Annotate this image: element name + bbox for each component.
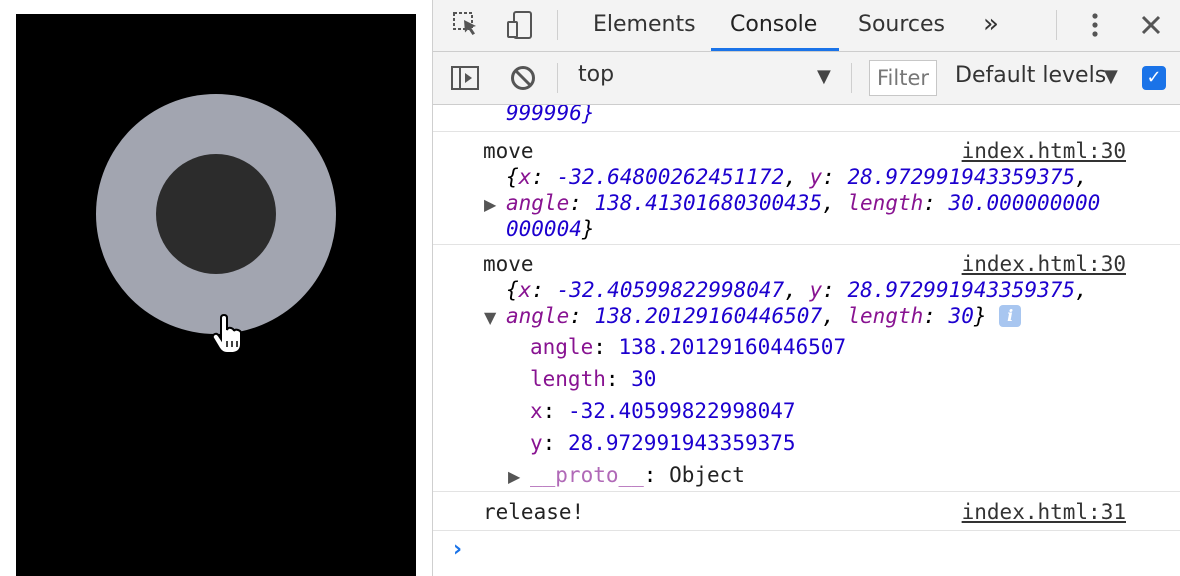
active-tab-indicator	[711, 48, 839, 51]
hand-cursor-icon	[212, 314, 242, 354]
toolbar-divider	[851, 63, 852, 93]
dropdown-arrow-icon[interactable]: ▼	[1104, 66, 1118, 87]
object-property: y: 28.972991943359375	[530, 431, 796, 455]
more-tabs-button[interactable]: »	[979, 0, 1003, 51]
devtools-tabbar: Elements Console Sources »	[433, 0, 1180, 52]
object-preview: 000004}	[506, 217, 595, 241]
object-property[interactable]: __proto__: Object	[530, 463, 745, 487]
object-preview: {x: -32.64800262451172, y: 28.9729919433…	[506, 165, 1088, 189]
joystick-knob[interactable]	[156, 154, 276, 274]
source-link[interactable]: index.html:30	[962, 139, 1126, 163]
object-property: x: -32.40599822998047	[530, 399, 796, 423]
devtools-panel: Elements Console Sources » top ▼ Filter …	[432, 0, 1180, 576]
console-message: move index.html:30 {x: -32.4059982299804…	[433, 245, 1180, 492]
device-toolbar-icon[interactable]	[504, 10, 536, 40]
tab-elements[interactable]: Elements	[589, 0, 700, 51]
console-output: 999996} move index.html:30 {x: -32.64800…	[433, 105, 1180, 576]
tab-console[interactable]: Console	[726, 0, 821, 51]
log-levels-dropdown[interactable]: Default levels	[955, 63, 1106, 88]
toolbar-divider	[557, 63, 558, 93]
expand-triangle-icon[interactable]: ▶	[484, 195, 496, 214]
collapse-triangle-icon[interactable]: ▼	[484, 308, 496, 327]
group-similar-checkbox[interactable]: ✓	[1142, 66, 1166, 90]
source-link[interactable]: index.html:30	[962, 252, 1126, 276]
log-label: move	[483, 139, 534, 163]
log-label: release!	[483, 500, 585, 524]
object-preview: {x: -32.40599822998047, y: 28.9729919433…	[506, 278, 1088, 302]
game-viewport[interactable]	[16, 14, 416, 576]
kebab-menu-icon[interactable]	[1079, 10, 1111, 40]
toolbar-divider	[1056, 10, 1057, 40]
clear-console-icon[interactable]	[507, 63, 539, 93]
object-preview: angle: 138.20129160446507, length: 30} i	[506, 304, 1022, 328]
close-icon[interactable]	[1135, 10, 1167, 40]
object-preview: angle: 138.41301680300435, length: 30.00…	[506, 191, 1101, 215]
console-message: 999996}	[433, 105, 1180, 132]
context-selector[interactable]: top	[578, 62, 614, 87]
inspect-element-icon[interactable]	[451, 10, 483, 40]
object-property: length: 30	[530, 367, 657, 391]
console-prompt-icon[interactable]: ›	[453, 537, 462, 562]
tab-sources[interactable]: Sources	[854, 0, 949, 51]
console-message: release! index.html:31	[433, 492, 1180, 531]
source-link[interactable]: index.html:31	[962, 500, 1126, 524]
console-message: move index.html:30 {x: -32.6480026245117…	[433, 132, 1180, 245]
toolbar-divider	[557, 10, 558, 40]
dropdown-arrow-icon[interactable]: ▼	[817, 66, 831, 87]
show-sidebar-icon[interactable]	[449, 63, 481, 93]
expand-triangle-icon[interactable]: ▶	[508, 467, 520, 486]
filter-input[interactable]: Filter	[869, 60, 937, 96]
info-icon[interactable]: i	[999, 305, 1022, 327]
log-label: move	[483, 252, 534, 276]
object-property: angle: 138.20129160446507	[530, 335, 847, 359]
message-tail: 999996}	[506, 105, 595, 125]
